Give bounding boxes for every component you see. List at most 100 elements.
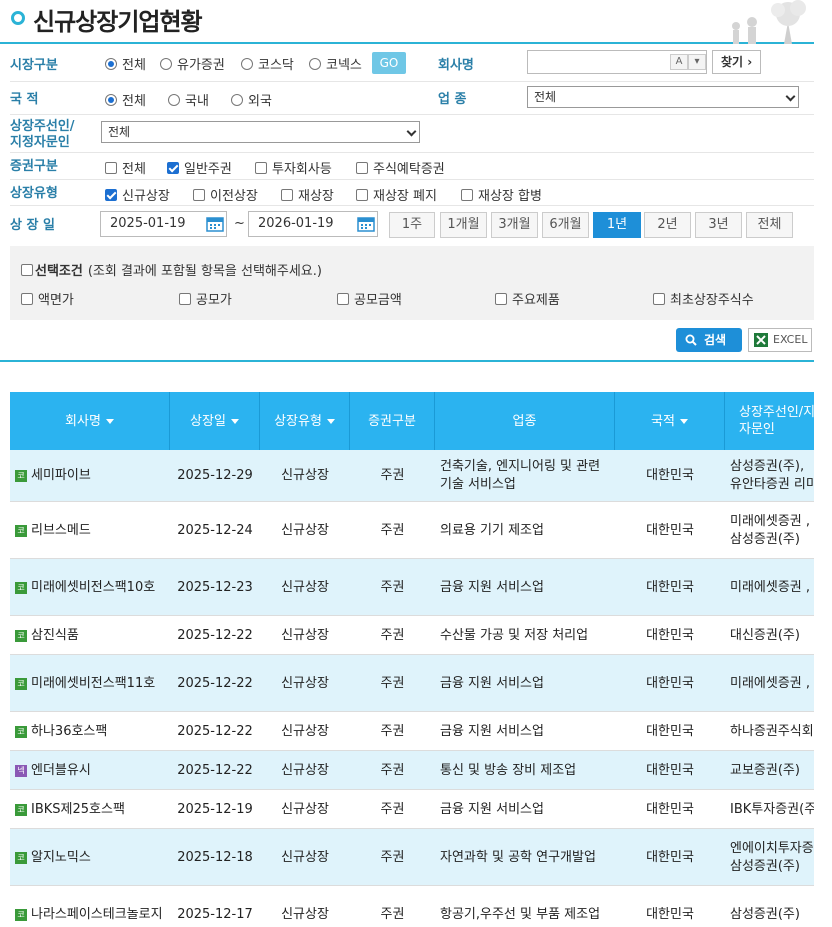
- table-row[interactable]: 넥 엔더블유시 2025-12-22 신규상장 주권 통신 및 방송 장비 제조업 대한민국…: [10, 751, 814, 790]
- company-name-link[interactable]: 리브스메드: [31, 522, 91, 540]
- period-3m-button[interactable]: 3개월: [491, 212, 538, 238]
- industry-select[interactable]: 전체: [527, 86, 799, 108]
- nation-option-domestic[interactable]: 국내: [168, 90, 209, 109]
- cell-company[interactable]: 코 하나36호스팩: [10, 712, 170, 751]
- table-row[interactable]: 코 삼진식품 2025-12-22 신규상장 주권 수산물 가공 및 저장 처리업 대한민국…: [10, 616, 814, 655]
- company-name-link[interactable]: 미래에셋비전스팩11호: [31, 675, 155, 693]
- period-6m-button[interactable]: 6개월: [542, 212, 589, 238]
- company-name-link[interactable]: 삼진식품: [31, 627, 79, 645]
- cell-company[interactable]: 코 세미파이브: [10, 450, 170, 502]
- cell-security: 주권: [350, 712, 435, 751]
- table-row[interactable]: 코 미래에셋비전스팩10호 2025-12-23 신규상장 주권 금융 지원 서비스업 대한…: [10, 559, 814, 616]
- go-button[interactable]: GO: [372, 52, 406, 74]
- condition-initial-shares[interactable]: 최초상장주식수: [653, 289, 754, 308]
- period-1y-button[interactable]: 1년: [593, 212, 641, 238]
- cell-country: 대한민국: [615, 559, 725, 616]
- listing-option-relisting[interactable]: 재상장: [281, 185, 334, 204]
- conditions-toggle[interactable]: 선택조건 (조회 결과에 포함될 항목을 선택해주세요.): [21, 260, 322, 279]
- header-label: 상장일: [190, 413, 226, 429]
- company-name-link[interactable]: 엔더블유시: [31, 762, 91, 780]
- company-name-link[interactable]: 나라스페이스테크놀로지: [31, 906, 163, 924]
- listing-option-relisting-delist[interactable]: 재상장 폐지: [356, 185, 437, 204]
- company-name-link[interactable]: 미래에셋비전스팩10호: [31, 579, 155, 597]
- table-row[interactable]: 코 리브스메드 2025-12-24 신규상장 주권 의료용 기기 제조업 대한민국 미래에셋…: [10, 502, 814, 559]
- page-header: 신규상장기업현황: [0, 0, 814, 44]
- listing-option-new[interactable]: 신규상장: [105, 185, 170, 204]
- cell-text: 대한민국: [646, 522, 694, 538]
- cell-text: 신규상장: [281, 849, 329, 865]
- market-option-kospi[interactable]: 유가증권: [160, 54, 225, 73]
- security-option-dr[interactable]: 주식예탁증권: [356, 158, 445, 177]
- period-all-button[interactable]: 전체: [746, 212, 793, 238]
- company-name-link[interactable]: 알지노믹스: [31, 849, 91, 867]
- cell-text: 주권: [380, 468, 405, 483]
- nation-option-all[interactable]: 전체: [105, 90, 146, 109]
- security-option-common[interactable]: 일반주권: [167, 158, 232, 177]
- excel-download-button[interactable]: EXCEL: [748, 328, 812, 352]
- underwriter-line: 미래에셋증권 ,: [730, 579, 811, 595]
- date-to-input[interactable]: 2026-01-19: [248, 211, 378, 237]
- cell-text: 신규상장: [281, 675, 329, 691]
- listing-date-label: 상 장 일: [10, 218, 55, 233]
- market-badge-icon: 코: [15, 581, 27, 594]
- cell-company[interactable]: 코 미래에셋비전스팩10호: [10, 559, 170, 616]
- company-name-link[interactable]: IBKS제25호스팩: [31, 801, 125, 819]
- condition-main-products[interactable]: 주요제품: [495, 289, 560, 308]
- cell-company[interactable]: 코 리브스메드: [10, 502, 170, 559]
- underwriter-select[interactable]: 전체: [101, 121, 420, 143]
- search-button[interactable]: 검색: [676, 328, 742, 352]
- cell-text: 금융 지원 서비스업: [440, 579, 544, 595]
- security-option-investment[interactable]: 투자회사등: [255, 158, 332, 177]
- cell-industry: 항공기,우주선 및 부품 제조업: [435, 886, 615, 927]
- cell-country: 대한민국: [615, 829, 725, 886]
- company-input[interactable]: A ▾: [527, 50, 707, 74]
- cell-type: 신규상장: [260, 829, 350, 886]
- company-name-link[interactable]: 세미파이브: [31, 467, 91, 485]
- period-3y-button[interactable]: 3년: [695, 212, 742, 238]
- table-row[interactable]: 코 IBKS제25호스팩 2025-12-19 신규상장 주권 금융 지원 서비스업 대한민…: [10, 790, 814, 829]
- period-2y-button[interactable]: 2년: [644, 212, 691, 238]
- listing-option-transfer[interactable]: 이전상장: [193, 185, 258, 204]
- cell-company[interactable]: 코 IBKS제25호스팩: [10, 790, 170, 829]
- market-option-konex[interactable]: 코넥스: [309, 54, 362, 73]
- find-button[interactable]: 찾기 ›: [712, 50, 762, 74]
- period-1w-button[interactable]: 1주: [389, 212, 435, 238]
- condition-offer-amount[interactable]: 공모금액: [337, 289, 402, 308]
- period-1m-button[interactable]: 1개월: [440, 212, 487, 238]
- header-col-company[interactable]: 회사명: [10, 392, 170, 450]
- table-row[interactable]: 코 세미파이브 2025-12-29 신규상장 주권 건축기술, 엔지니어링 및 관련 기…: [10, 450, 814, 502]
- header-col-date[interactable]: 상장일: [170, 392, 260, 450]
- a-toggle-button[interactable]: A: [670, 54, 688, 70]
- table-row[interactable]: 코 알지노믹스 2025-12-18 신규상장 주권 자연과학 및 공학 연구개발업 대한민…: [10, 829, 814, 886]
- nation-option-foreign[interactable]: 외국: [231, 90, 272, 109]
- cell-text: 주권: [380, 906, 405, 922]
- market-option-all[interactable]: 전체: [105, 54, 146, 73]
- header-col-country[interactable]: 국적: [615, 392, 725, 450]
- checkbox-icon: [105, 161, 117, 174]
- cell-company[interactable]: 넥 엔더블유시: [10, 751, 170, 790]
- table-row[interactable]: 코 하나36호스팩 2025-12-22 신규상장 주권 금융 지원 서비스업 대한민국 하나…: [10, 712, 814, 751]
- cell-company[interactable]: 코 알지노믹스: [10, 829, 170, 886]
- autocomplete-arrow-button[interactable]: ▾: [688, 54, 706, 70]
- cell-company[interactable]: 코 나라스페이스테크놀로지: [10, 886, 170, 927]
- checkbox-icon: [255, 161, 267, 174]
- cell-company[interactable]: 코 삼진식품: [10, 616, 170, 655]
- cell-text: 주권: [380, 849, 405, 865]
- table-row[interactable]: 코 미래에셋비전스팩11호 2025-12-22 신규상장 주권 금융 지원 서비스업 대한…: [10, 655, 814, 712]
- security-option-all[interactable]: 전체: [105, 158, 146, 177]
- listing-option-relisting-merge[interactable]: 재상장 합병: [461, 185, 542, 204]
- market-badge-icon: 코: [15, 677, 27, 690]
- calendar-icon[interactable]: [205, 215, 225, 233]
- date-from-input[interactable]: 2025-01-19: [100, 211, 227, 237]
- market-option-kosdaq[interactable]: 코스닥: [241, 54, 294, 73]
- condition-offer-price[interactable]: 공모가: [179, 289, 232, 308]
- header-col-type[interactable]: 상장유형: [260, 392, 350, 450]
- market-badge-icon: 코: [15, 725, 27, 738]
- table-row[interactable]: 코 나라스페이스테크놀로지 2025-12-17 신규상장 주권 항공기,우주선 및 부품…: [10, 886, 814, 927]
- cell-company[interactable]: 코 미래에셋비전스팩11호: [10, 655, 170, 712]
- condition-par-value[interactable]: 액면가: [21, 289, 74, 308]
- cell-text: 대한민국: [646, 627, 694, 643]
- calendar-icon[interactable]: [356, 215, 376, 233]
- cell-type: 신규상장: [260, 450, 350, 502]
- company-name-link[interactable]: 하나36호스팩: [31, 723, 107, 741]
